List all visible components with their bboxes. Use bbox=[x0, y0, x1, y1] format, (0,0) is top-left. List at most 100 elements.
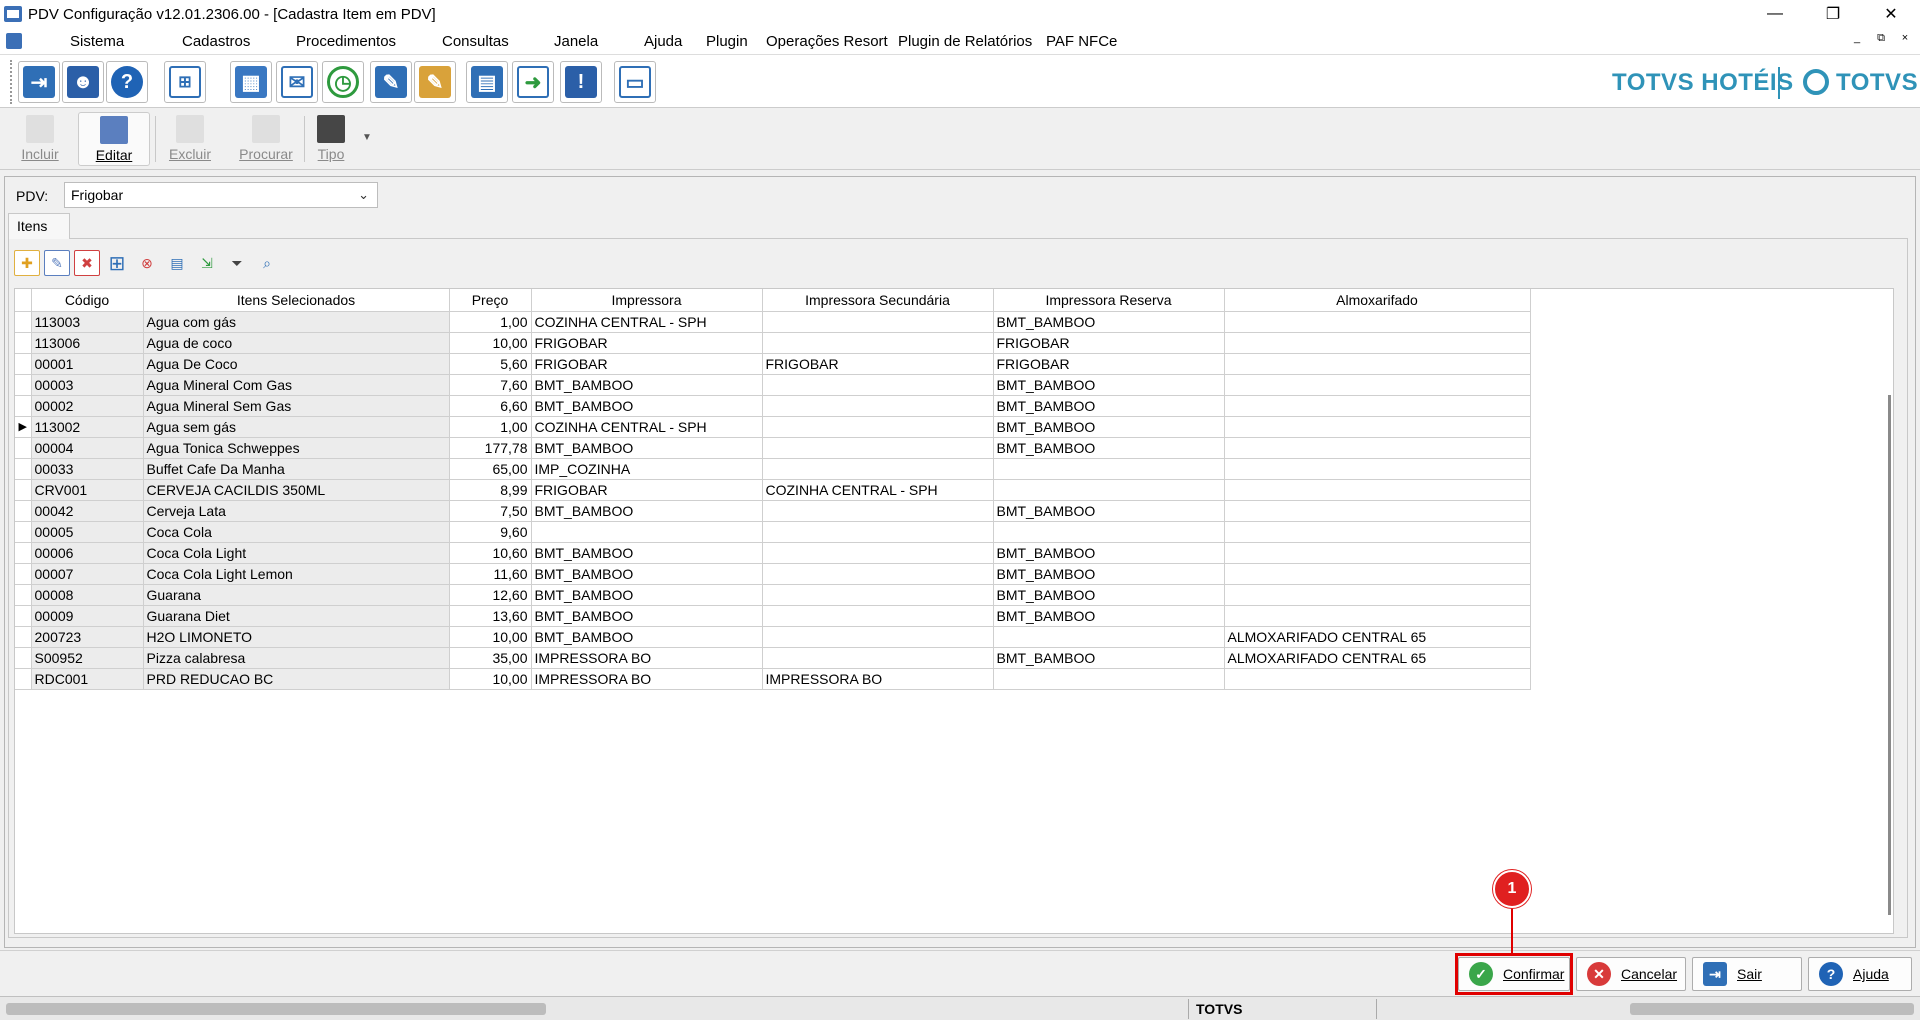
cell-impressora-reserva[interactable]: BMT_BAMBOO bbox=[993, 395, 1225, 417]
cell-item[interactable]: Agua Tonica Schweppes bbox=[143, 437, 450, 459]
cell-impressora-secundaria[interactable]: FRIGOBAR bbox=[762, 353, 994, 375]
vertical-scrollbar[interactable] bbox=[1888, 395, 1891, 915]
cell-codigo[interactable]: S00952 bbox=[31, 647, 144, 669]
cell-item[interactable]: Coca Cola Light bbox=[143, 542, 450, 564]
import-icon[interactable]: ⇲ bbox=[194, 250, 220, 276]
incluir-button[interactable]: Incluir bbox=[4, 112, 76, 166]
excluir-button[interactable]: Excluir bbox=[154, 112, 226, 166]
cell-codigo[interactable]: RDC001 bbox=[31, 668, 144, 690]
menu-operacoes-resort[interactable]: Operações Resort bbox=[758, 33, 890, 50]
cell-impressora-secundaria[interactable] bbox=[762, 521, 994, 543]
procurar-button[interactable]: Procurar bbox=[230, 112, 302, 166]
cell-impressora-reserva[interactable]: FRIGOBAR bbox=[993, 353, 1225, 375]
cell-impressora[interactable] bbox=[531, 521, 763, 543]
cell-almoxarifado[interactable] bbox=[1224, 395, 1531, 417]
user-key-button[interactable]: ☻ bbox=[62, 61, 104, 103]
cell-almoxarifado[interactable] bbox=[1224, 605, 1531, 627]
cell-impressora-reserva[interactable]: BMT_BAMBOO bbox=[993, 437, 1225, 459]
cell-impressora[interactable]: BMT_BAMBOO bbox=[531, 395, 763, 417]
table-row[interactable]: 00003 Agua Mineral Com Gas 7,60 BMT_BAMBOO B… bbox=[15, 374, 1531, 396]
cell-impressora[interactable]: IMP_COZINHA bbox=[531, 458, 763, 480]
menu-plugin-relatorios[interactable]: Plugin de Relatórios bbox=[890, 33, 1038, 50]
cell-codigo[interactable]: 200723 bbox=[31, 626, 144, 648]
cell-codigo[interactable]: 00003 bbox=[31, 374, 144, 396]
cell-impressora-secundaria[interactable]: IMPRESSORA BO bbox=[762, 668, 994, 690]
cell-item[interactable]: Agua Mineral Com Gas bbox=[143, 374, 450, 396]
table-row[interactable]: 00042 Cerveja Lata 7,50 BMT_BAMBOO BMT_BAMBO… bbox=[15, 500, 1531, 522]
cell-almoxarifado[interactable] bbox=[1224, 500, 1531, 522]
cell-preco[interactable]: 12,60 bbox=[449, 584, 532, 606]
toolbar-grip[interactable] bbox=[10, 60, 16, 104]
cell-preco[interactable]: 13,60 bbox=[449, 605, 532, 627]
cell-impressora-secundaria[interactable] bbox=[762, 311, 994, 333]
send-mail-button[interactable]: ➜ bbox=[512, 61, 554, 103]
tipo-dropdown-icon[interactable]: ▼ bbox=[362, 132, 372, 143]
cell-item[interactable]: Agua sem gás bbox=[143, 416, 450, 438]
calculator-button[interactable]: ▤ bbox=[466, 61, 508, 103]
cell-codigo[interactable]: 113006 bbox=[31, 332, 144, 354]
mdi-minimize-button[interactable]: _ bbox=[1850, 32, 1864, 45]
cell-impressora[interactable]: BMT_BAMBOO bbox=[531, 584, 763, 606]
cell-preco[interactable]: 1,00 bbox=[449, 311, 532, 333]
cell-impressora[interactable]: BMT_BAMBOO bbox=[531, 626, 763, 648]
cell-almoxarifado[interactable] bbox=[1224, 563, 1531, 585]
table-row[interactable]: 00004 Agua Tonica Schweppes 177,78 BMT_BAMB… bbox=[15, 437, 1531, 459]
cell-impressora-secundaria[interactable] bbox=[762, 374, 994, 396]
cell-impressora-secundaria[interactable]: COZINHA CENTRAL - SPH bbox=[762, 479, 994, 501]
close-button[interactable]: ✕ bbox=[1862, 0, 1920, 28]
col-header-almoxarifado[interactable]: Almoxarifado bbox=[1224, 289, 1531, 312]
cell-preco[interactable]: 10,00 bbox=[449, 626, 532, 648]
cell-item[interactable]: Buffet Cafe Da Manha bbox=[143, 458, 450, 480]
cell-preco[interactable]: 6,60 bbox=[449, 395, 532, 417]
card-button[interactable]: ▭ bbox=[614, 61, 656, 103]
table-row[interactable]: 00001 Agua De Coco 5,60 FRIGOBAR FRIGOBAR FRI… bbox=[15, 353, 1531, 375]
cell-preco[interactable]: 65,00 bbox=[449, 458, 532, 480]
table-row[interactable]: 00033 Buffet Cafe Da Manha 65,00 IMP_COZINH… bbox=[15, 458, 1531, 480]
cell-item[interactable]: Coca Cola bbox=[143, 521, 450, 543]
cell-almoxarifado[interactable]: ALMOXARIFADO CENTRAL 65 bbox=[1224, 647, 1531, 669]
monitor-info-button[interactable]: ! bbox=[560, 61, 602, 103]
cell-impressora[interactable]: BMT_BAMBOO bbox=[531, 437, 763, 459]
table-row[interactable]: CRV001 CERVEJA CACILDIS 350ML 8,99 FRIGOBAR… bbox=[15, 479, 1531, 501]
restore-button[interactable]: ❐ bbox=[1804, 0, 1862, 28]
cell-codigo[interactable]: CRV001 bbox=[31, 479, 144, 501]
cell-preco[interactable]: 5,60 bbox=[449, 353, 532, 375]
edit-row-icon[interactable]: ✎ bbox=[44, 250, 70, 276]
notes-button[interactable]: ✎ bbox=[414, 61, 456, 103]
cell-preco[interactable]: 10,60 bbox=[449, 542, 532, 564]
cell-impressora[interactable]: BMT_BAMBOO bbox=[531, 542, 763, 564]
cell-impressora[interactable]: FRIGOBAR bbox=[531, 332, 763, 354]
menu-ajuda[interactable]: Ajuda bbox=[636, 33, 698, 50]
table-row[interactable]: 00008 Guarana 12,60 BMT_BAMBOO BMT_BAMBOO bbox=[15, 584, 1531, 606]
cell-item[interactable]: PRD REDUCAO BC bbox=[143, 668, 450, 690]
edit-sheet-button[interactable]: ✎ bbox=[370, 61, 412, 103]
table-row[interactable]: 00002 Agua Mineral Sem Gas 6,60 BMT_BAMBOO B… bbox=[15, 395, 1531, 417]
cell-codigo[interactable]: 00006 bbox=[31, 542, 144, 564]
sair-button[interactable]: ⇥ Sair bbox=[1692, 957, 1802, 991]
cell-impressora[interactable]: FRIGOBAR bbox=[531, 353, 763, 375]
mail-button[interactable]: ✉ bbox=[276, 61, 318, 103]
cell-impressora-reserva[interactable] bbox=[993, 458, 1225, 480]
cell-impressora-secundaria[interactable] bbox=[762, 647, 994, 669]
cell-impressora-reserva[interactable]: BMT_BAMBOO bbox=[993, 584, 1225, 606]
delete-row-icon[interactable]: ✖ bbox=[74, 250, 100, 276]
cell-codigo[interactable]: 00009 bbox=[31, 605, 144, 627]
cell-almoxarifado[interactable] bbox=[1224, 416, 1531, 438]
cell-codigo[interactable]: 113002 bbox=[31, 416, 144, 438]
add-row-icon[interactable]: ✚ bbox=[14, 250, 40, 276]
cell-impressora-reserva[interactable] bbox=[993, 521, 1225, 543]
cell-preco[interactable]: 177,78 bbox=[449, 437, 532, 459]
cell-item[interactable]: Agua Mineral Sem Gas bbox=[143, 395, 450, 417]
cell-impressora[interactable]: BMT_BAMBOO bbox=[531, 374, 763, 396]
cell-codigo[interactable]: 00007 bbox=[31, 563, 144, 585]
cell-item[interactable]: Cerveja Lata bbox=[143, 500, 450, 522]
table-row[interactable]: 00007 Coca Cola Light Lemon 11,60 BMT_BAMBO… bbox=[15, 563, 1531, 585]
cash-register-button[interactable]: ▦ bbox=[230, 61, 272, 103]
cell-preco[interactable]: 10,00 bbox=[449, 332, 532, 354]
cell-item[interactable]: Coca Cola Light Lemon bbox=[143, 563, 450, 585]
cell-impressora-reserva[interactable]: FRIGOBAR bbox=[993, 332, 1225, 354]
cell-almoxarifado[interactable] bbox=[1224, 437, 1531, 459]
structure-button[interactable]: ⊞ bbox=[164, 61, 206, 103]
cell-almoxarifado[interactable] bbox=[1224, 521, 1531, 543]
cell-impressora-secundaria[interactable] bbox=[762, 458, 994, 480]
